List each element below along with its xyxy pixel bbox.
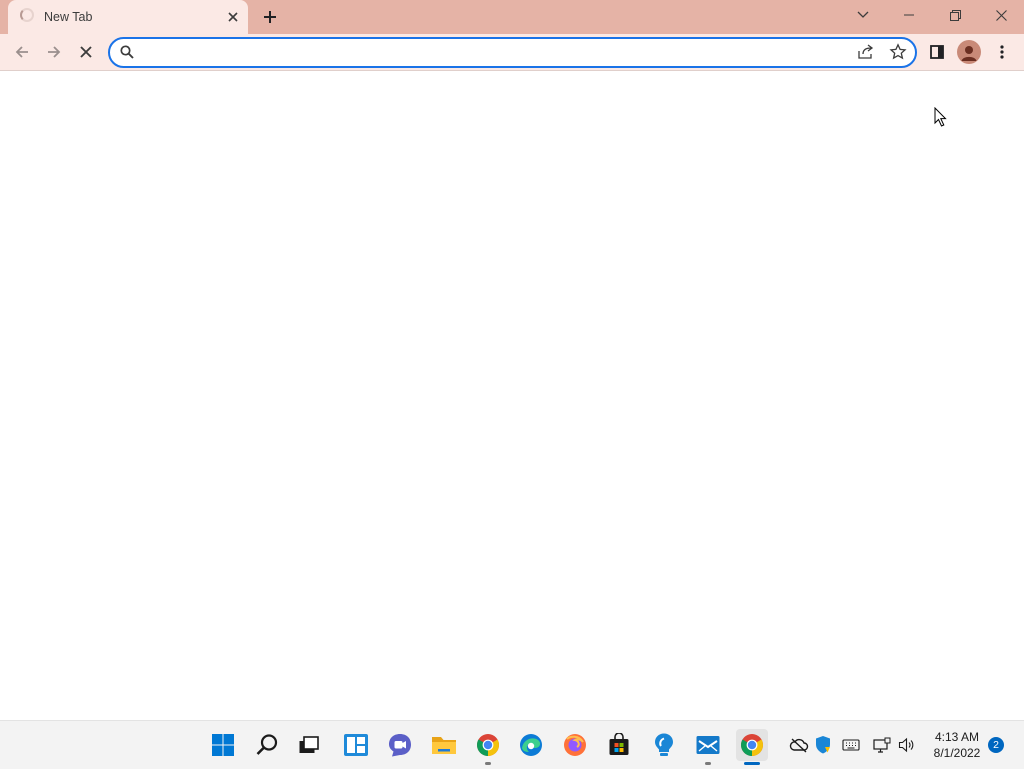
tab-new-tab[interactable]: New Tab — [8, 0, 248, 34]
side-panel-button[interactable] — [921, 36, 953, 68]
start-button[interactable] — [207, 729, 239, 761]
running-indicator — [705, 762, 711, 765]
chrome-active-taskbar-button[interactable] — [736, 729, 768, 761]
notification-badge[interactable]: 2 — [988, 737, 1004, 753]
plus-icon — [264, 11, 276, 23]
arrow-left-icon — [15, 46, 28, 58]
restore-button[interactable] — [932, 0, 978, 30]
close-icon — [995, 9, 1007, 21]
ethernet-monitor-icon — [873, 737, 891, 753]
microsoft-store-button[interactable] — [603, 729, 635, 761]
person-icon — [961, 46, 977, 61]
task-view-button[interactable] — [293, 729, 325, 761]
widgets-button[interactable] — [340, 729, 372, 761]
browser-toolbar — [0, 34, 1024, 71]
taskbar-search-button[interactable] — [251, 729, 283, 761]
share-icon[interactable] — [857, 43, 875, 61]
chat-icon — [389, 734, 411, 757]
close-window-button[interactable] — [978, 0, 1024, 30]
arrow-right-icon — [48, 46, 61, 58]
mail-icon — [696, 736, 720, 754]
widgets-icon — [344, 734, 368, 756]
task-view-icon — [299, 736, 319, 753]
search-icon — [256, 734, 278, 755]
close-icon — [228, 12, 238, 22]
tab-close-button[interactable] — [224, 8, 242, 26]
search-icon — [120, 45, 134, 59]
browser-menu-button[interactable] — [986, 36, 1018, 68]
tips-button[interactable] — [648, 729, 680, 761]
chrome-taskbar-button[interactable] — [472, 729, 504, 761]
edge-button[interactable] — [515, 729, 547, 761]
minimize-icon — [904, 14, 914, 16]
firefox-button[interactable] — [559, 729, 591, 761]
clock-time: 4:13 AM — [934, 730, 980, 744]
forward-button[interactable] — [38, 36, 70, 68]
more-vertical-icon — [1000, 45, 1004, 59]
mail-button[interactable] — [692, 729, 724, 761]
close-icon — [80, 46, 92, 58]
windows-security-icon[interactable] — [813, 735, 833, 755]
speaker-icon — [898, 737, 914, 753]
address-input[interactable] — [140, 43, 844, 63]
firefox-icon — [564, 734, 586, 756]
chrome-icon — [477, 734, 499, 756]
browser-title-bar: New Tab — [0, 0, 1024, 34]
network-icon[interactable] — [872, 735, 892, 755]
keyboard-icon — [842, 739, 860, 751]
side-panel-icon — [930, 45, 944, 59]
page-content — [0, 71, 1024, 720]
touch-keyboard-icon[interactable] — [841, 735, 861, 755]
bookmark-star-icon[interactable] — [889, 43, 907, 61]
back-button[interactable] — [6, 36, 38, 68]
taskbar-clock[interactable]: 4:13 AM 8/1/2022 — [922, 729, 992, 761]
lightbulb-icon — [655, 733, 673, 756]
shield-icon — [816, 736, 830, 754]
chat-button[interactable] — [384, 729, 416, 761]
restore-icon — [949, 9, 961, 21]
address-bar[interactable] — [108, 37, 917, 68]
mouse-cursor-icon — [934, 107, 947, 127]
cloud-offline-icon — [789, 738, 809, 753]
edge-icon — [520, 734, 542, 756]
store-icon — [609, 733, 629, 755]
profile-avatar[interactable] — [957, 40, 981, 64]
chevron-down-icon — [857, 11, 869, 18]
clock-date: 8/1/2022 — [933, 746, 981, 760]
loading-spinner-icon — [20, 8, 34, 22]
active-indicator — [744, 762, 760, 765]
stop-loading-button[interactable] — [70, 36, 102, 68]
windows-taskbar: 4:13 AM 8/1/2022 2 — [0, 720, 1024, 769]
volume-icon[interactable] — [897, 735, 917, 755]
windows-logo-icon — [212, 734, 234, 756]
running-indicator — [485, 762, 491, 765]
new-tab-button[interactable] — [258, 5, 282, 29]
minimize-button[interactable] — [886, 0, 932, 30]
file-explorer-button[interactable] — [428, 729, 460, 761]
folder-icon — [432, 737, 456, 754]
chrome-icon — [741, 734, 763, 756]
tab-search-button[interactable] — [840, 0, 886, 30]
tab-title: New Tab — [44, 10, 93, 24]
onedrive-icon[interactable] — [789, 735, 809, 755]
